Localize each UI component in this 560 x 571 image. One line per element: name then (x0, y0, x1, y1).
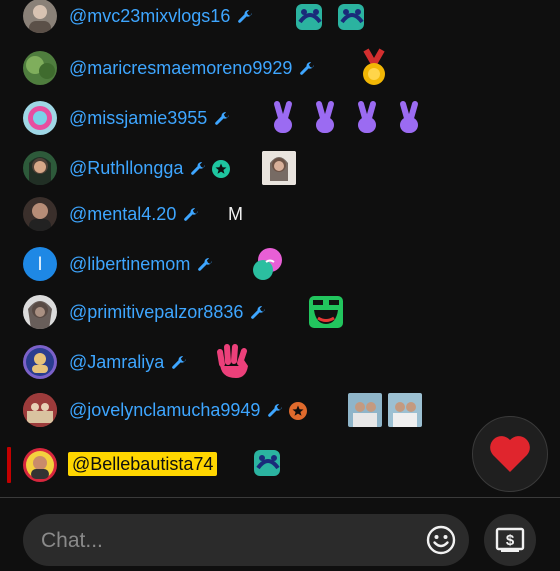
avatar[interactable] (23, 448, 57, 482)
wave-hand-emoji (217, 344, 248, 378)
sticker-thumbnail (388, 393, 422, 427)
laughing-emoji (309, 296, 343, 328)
peace-sign-emoji (274, 101, 292, 133)
message-content (248, 242, 288, 286)
message-author[interactable]: @primitivepalzor8836 (69, 290, 267, 334)
heart-reaction-button[interactable] (472, 416, 548, 492)
author-name: @primitivepalzor8836 (69, 302, 244, 322)
message-content (356, 46, 392, 90)
author-name: @jovelynclamucha9949 (69, 400, 261, 420)
message-author[interactable]: @mental4.20 (69, 192, 200, 236)
message-content (306, 290, 346, 334)
chat-message: @missjamie3955 (0, 96, 560, 140)
message-author[interactable]: @maricresmaemoreno9929 (69, 46, 316, 90)
avatar[interactable] (23, 101, 57, 135)
super-chat-button[interactable]: $ (484, 514, 536, 566)
wrench-icon (238, 10, 253, 24)
chat-message-list[interactable]: @mvc23mixvlogs16 @maricresmaemoreno9929 … (0, 0, 560, 436)
author-name: @mvc23mixvlogs16 (69, 6, 231, 26)
message-text: M (228, 203, 243, 224)
wrench-icon (198, 258, 213, 272)
dancing-emoji (296, 4, 322, 30)
chat-message: @mvc23mixvlogs16 (0, 0, 560, 38)
wrench-icon (172, 356, 187, 370)
member-star-icon (212, 160, 231, 179)
message-content (262, 146, 296, 190)
chat-message: @Ruthllongga (0, 146, 560, 190)
message-author[interactable]: @jovelynclamucha9949 (69, 388, 308, 432)
author-name: @mental4.20 (69, 204, 177, 224)
peace-sign-emoji (400, 101, 418, 133)
peace-sign-emoji (358, 101, 376, 133)
svg-text:$: $ (506, 532, 515, 549)
wrench-icon (215, 112, 230, 126)
member-star-icon (289, 402, 308, 421)
message-author[interactable]: @Jamraliya (69, 340, 188, 384)
message-author[interactable]: @Ruthllongga (69, 146, 231, 190)
author-name: @libertinemom (69, 254, 191, 274)
wrench-icon (191, 162, 206, 176)
author-name: @Ruthllongga (69, 158, 184, 178)
wrench-icon (184, 208, 199, 222)
wrench-icon (268, 404, 283, 418)
wrench-icon (300, 62, 315, 76)
input-divider (0, 497, 560, 498)
kiss-emoji (253, 248, 282, 280)
chat-input-container (23, 514, 469, 568)
owner-author-chip[interactable]: @Bellebautista74 (68, 452, 218, 476)
author-name: @maricresmaemoreno9929 (69, 58, 293, 78)
message-content (266, 96, 426, 140)
owner-message: @Bellebautista74 (0, 438, 470, 490)
avatar[interactable] (23, 295, 57, 329)
message-author[interactable]: @missjamie3955 (69, 96, 231, 140)
avatar[interactable] (23, 151, 57, 185)
peace-sign-emoji (316, 101, 334, 133)
avatar[interactable] (23, 51, 57, 85)
chat-message: @mental4.20 M (0, 192, 560, 236)
author-name: @Jamraliya (69, 352, 165, 372)
chat-message: @primitivepalzor8836 (0, 290, 560, 334)
avatar[interactable]: l (23, 247, 57, 281)
message-content (292, 0, 370, 38)
super-chat-icon: $ (495, 527, 525, 552)
wrench-icon (251, 306, 266, 320)
chat-message: @maricresmaemoreno9929 (0, 46, 560, 90)
sticker-thumbnail (262, 151, 296, 185)
smiley-icon[interactable] (425, 524, 457, 556)
owner-indicator-bar (7, 447, 11, 483)
avatar[interactable] (23, 197, 57, 231)
dancing-emoji (338, 4, 364, 30)
avatar[interactable] (23, 345, 57, 379)
message-author[interactable]: @libertinemom (69, 242, 214, 286)
message-content (214, 340, 252, 384)
sticker-thumbnail (348, 393, 382, 427)
chat-message: @jovelynclamucha9949 (0, 388, 560, 432)
avatar[interactable] (23, 0, 57, 33)
message-author[interactable]: @mvc23mixvlogs16 (69, 0, 254, 38)
message-content: M (228, 192, 243, 236)
message-content (348, 388, 422, 432)
medal-emoji (363, 48, 385, 85)
avatar-letter: l (38, 253, 42, 274)
chat-message: @Jamraliya (0, 340, 560, 384)
heart-icon (490, 436, 530, 472)
dancing-emoji (254, 450, 280, 476)
author-name: @missjamie3955 (69, 108, 208, 128)
chat-message: l @libertinemom (0, 242, 560, 286)
avatar[interactable] (23, 393, 57, 427)
